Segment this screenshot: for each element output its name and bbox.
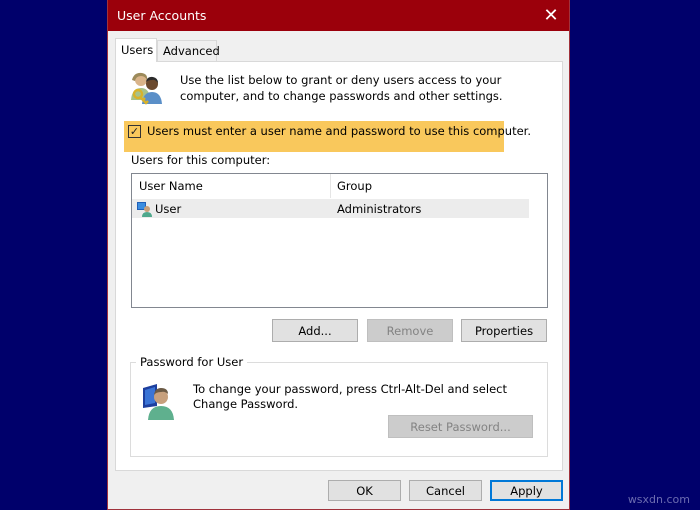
user-password-icon bbox=[143, 384, 174, 420]
list-header: User Name Group bbox=[132, 174, 529, 198]
checkmark-icon: ✓ bbox=[129, 125, 140, 138]
intro-text: Use the list below to grant or deny user… bbox=[180, 73, 503, 103]
users-key-icon bbox=[131, 72, 162, 105]
row-user-name: User bbox=[155, 202, 182, 216]
close-button[interactable]: ✕ bbox=[533, 0, 569, 31]
row-group: Administrators bbox=[337, 202, 422, 216]
add-button[interactable]: Add... bbox=[272, 319, 358, 342]
close-icon: ✕ bbox=[543, 5, 559, 26]
tab-users-label: Users bbox=[121, 43, 154, 57]
users-list-label: Users for this computer: bbox=[131, 153, 271, 167]
tab-advanced-label: Advanced bbox=[163, 44, 220, 58]
tab-advanced[interactable]: Advanced bbox=[157, 40, 220, 61]
window-title: User Accounts bbox=[117, 8, 207, 23]
users-listbox[interactable]: User Name Group User Administrators bbox=[131, 173, 548, 308]
users-tab-panel: Use the list below to grant or deny user… bbox=[115, 61, 563, 471]
cancel-button[interactable]: Cancel bbox=[409, 480, 482, 501]
column-header-group[interactable]: Group bbox=[337, 179, 372, 193]
password-instructions: To change your password, press Ctrl-Alt-… bbox=[193, 382, 507, 411]
title-bar[interactable]: User Accounts ✕ bbox=[108, 0, 569, 31]
tab-users[interactable]: Users bbox=[115, 38, 157, 62]
column-header-user-name[interactable]: User Name bbox=[139, 179, 203, 193]
user-accounts-dialog: User Accounts ✕ Users Advanced Use the l… bbox=[107, 0, 570, 510]
password-group-title: Password for User bbox=[136, 355, 248, 369]
remove-button[interactable]: Remove bbox=[367, 319, 453, 342]
ok-button[interactable]: OK bbox=[328, 480, 401, 501]
require-login-checkbox[interactable]: ✓ bbox=[128, 125, 141, 138]
properties-button[interactable]: Properties bbox=[461, 319, 547, 342]
reset-password-button[interactable]: Reset Password... bbox=[388, 415, 533, 438]
require-login-label[interactable]: Users must enter a user name and passwor… bbox=[147, 124, 531, 138]
user-computer-icon bbox=[137, 202, 152, 217]
watermark: wsxdn.com bbox=[627, 493, 690, 506]
column-divider[interactable] bbox=[330, 174, 331, 198]
apply-button[interactable]: Apply bbox=[490, 480, 563, 501]
table-row[interactable]: User Administrators bbox=[132, 199, 529, 218]
